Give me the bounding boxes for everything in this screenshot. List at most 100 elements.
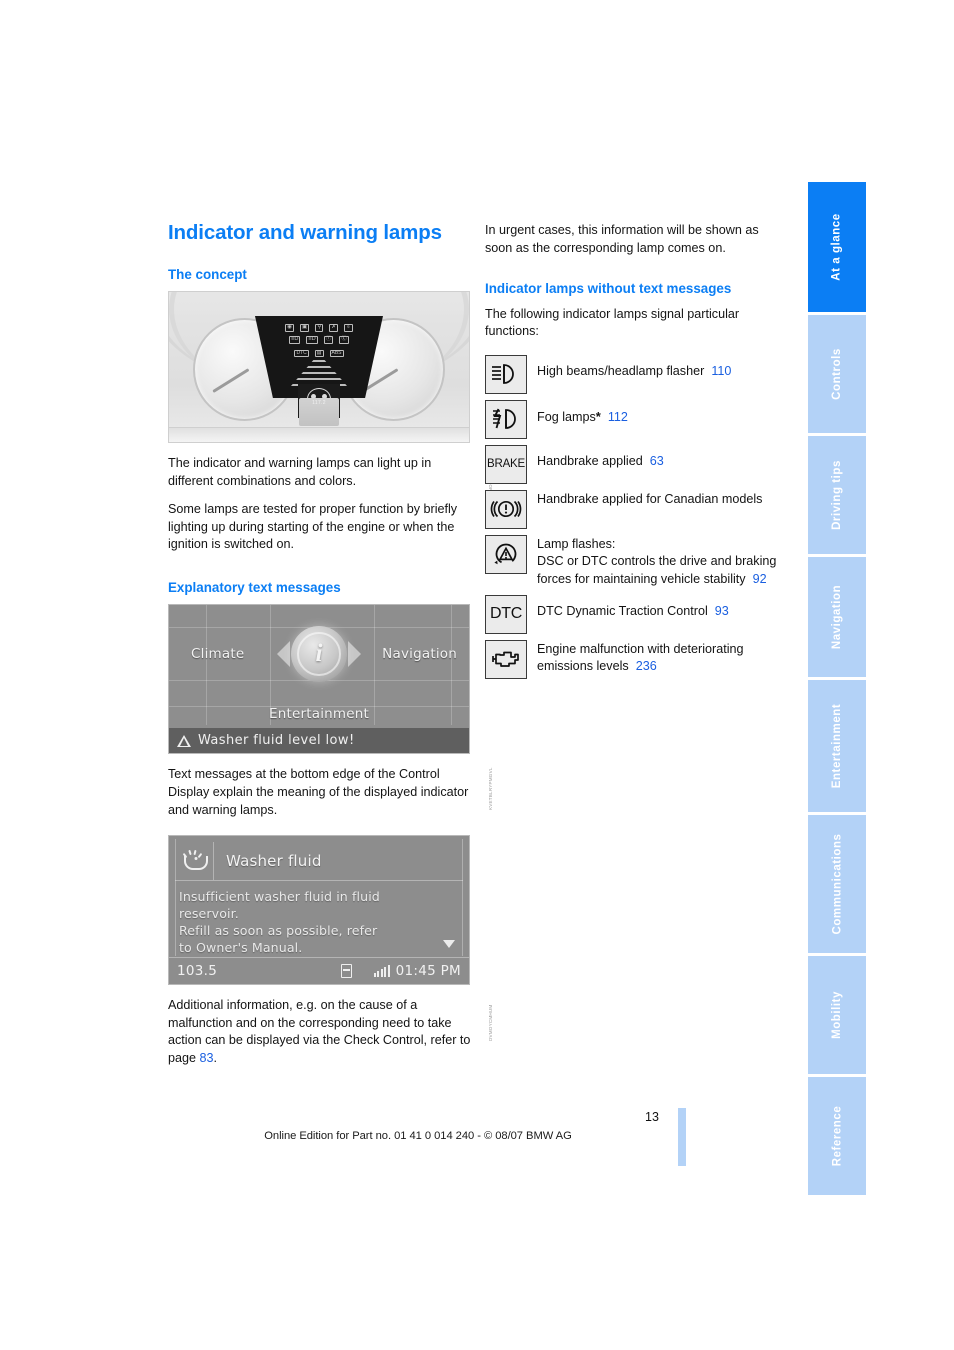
tab-communications[interactable]: Communications bbox=[808, 815, 866, 953]
tab-label: Navigation bbox=[831, 584, 844, 650]
instrument-cluster-image: ◉ ▣ ⚲ ✗ ⇩ ≡D ≡D ⓘ Ⓒ DTC ▤ ABS 117.2 bbox=[168, 290, 470, 443]
lamp-row: Handbrake applied for Canadian models bbox=[485, 489, 777, 529]
tab-reference[interactable]: Reference bbox=[808, 1077, 866, 1195]
lamp-label-text: Handbrake applied bbox=[537, 453, 643, 468]
cluster-lamp-row-middle: ≡D ≡D ⓘ Ⓒ bbox=[255, 335, 383, 344]
right-column: In urgent cases, this information will b… bbox=[485, 222, 777, 685]
clock-time: 01:45 PM bbox=[395, 963, 461, 980]
idrive-menu-image: Climate Navigation Entertainment i Washe… bbox=[168, 604, 470, 755]
odometer-readout: 117.2 bbox=[299, 397, 339, 426]
media-icon bbox=[341, 964, 353, 979]
info-knob[interactable]: i bbox=[291, 626, 347, 683]
page-reference-link[interactable]: 83 bbox=[200, 1051, 214, 1065]
cluster-lamp-glyph: ✗ bbox=[329, 323, 339, 332]
message-title: Washer fluid bbox=[226, 851, 322, 870]
tab-at-a-glance[interactable]: At a glance bbox=[808, 182, 866, 312]
lamp-label: Fog lamps* 112 bbox=[537, 400, 628, 427]
section-heading-indicator-lamps-without-text: Indicator lamps without text messages bbox=[485, 281, 732, 297]
cluster-lamp-glyph: ⚲ bbox=[315, 323, 324, 332]
washer-reservoir-icon bbox=[184, 855, 208, 870]
lamp-page-reference[interactable]: 110 bbox=[711, 364, 731, 378]
cluster-lamp-row-lower: DTC ▤ ABS bbox=[255, 349, 383, 357]
tab-entertainment[interactable]: Entertainment bbox=[808, 680, 866, 812]
lamp-label: DTC Dynamic Traction Control 93 bbox=[537, 595, 729, 621]
lamp-page-reference[interactable]: 236 bbox=[636, 659, 657, 673]
lamp-label-text: High beams/headlamp flasher bbox=[537, 363, 705, 378]
cluster-lamp-glyph: ≡D bbox=[306, 335, 318, 344]
page-number: 13 bbox=[645, 1110, 659, 1124]
cluster-lamp-glyph: ▣ bbox=[300, 323, 310, 332]
status-message-text: Washer fluid level low! bbox=[198, 733, 355, 749]
menu-status-bar: Washer fluid level low! bbox=[169, 728, 469, 754]
tab-label: Communications bbox=[831, 833, 843, 935]
engine-malfunction-icon bbox=[485, 639, 527, 679]
display-status-bar: 103.5 01:45 PM bbox=[169, 957, 469, 984]
lamp-page-reference[interactable]: 63 bbox=[650, 454, 664, 468]
lamp-page-reference[interactable]: 92 bbox=[753, 572, 767, 586]
menu-item-entertainment[interactable]: Entertainment bbox=[269, 706, 369, 722]
message-body: Insufficient washer fluid in fluid reser… bbox=[179, 888, 443, 956]
brake-text-icon: BRAKE bbox=[485, 444, 527, 484]
figure-id-label: DVMOYCMHUM bbox=[488, 1004, 493, 1042]
fog-lamp-icon bbox=[485, 399, 527, 439]
radio-frequency: 103.5 bbox=[177, 963, 218, 980]
tab-label: Reference bbox=[831, 1105, 844, 1167]
tab-label: Entertainment bbox=[831, 703, 843, 789]
menu-item-navigation[interactable]: Navigation bbox=[382, 646, 457, 662]
cluster-lamp-glyph: ≡D bbox=[289, 335, 301, 344]
cluster-lamp-glyph: ⓘ bbox=[323, 335, 334, 344]
figure-id-label: KVETBLRYPMGVL bbox=[488, 767, 493, 811]
lamp-row: DTC DTC Dynamic Traction Control 93 bbox=[485, 594, 777, 634]
message-line: reservoir. bbox=[179, 906, 239, 922]
scroll-down-icon[interactable] bbox=[443, 940, 455, 949]
chapter-tab-strip: At a glance Controls Driving tips Naviga… bbox=[808, 182, 866, 1198]
cluster-lamp-glyph: ◉ bbox=[285, 323, 295, 332]
additional-information-paragraph: Additional information, e.g. on the caus… bbox=[168, 997, 476, 1067]
left-column: Indicator and warning lamps The concept … bbox=[168, 221, 493, 1067]
tab-label: Mobility bbox=[831, 991, 843, 1039]
tab-label: At a glance bbox=[831, 213, 843, 281]
concept-paragraph-2: Some lamps are tested for proper functio… bbox=[168, 502, 458, 552]
warning-triangle-icon bbox=[177, 734, 191, 747]
menu-item-climate[interactable]: Climate bbox=[191, 646, 244, 662]
cluster-lamp-glyph: Ⓒ bbox=[339, 335, 349, 344]
lamp-row: High beams/headlamp flasher 110 bbox=[485, 354, 777, 394]
lamp-label: Handbrake applied for Canadian models bbox=[537, 491, 763, 506]
lamp-row: BRAKE Handbrake applied 63 bbox=[485, 444, 777, 484]
lamps-intro-paragraph: The following indicator lamps signal par… bbox=[485, 306, 740, 339]
message-line: to Owner's Manual. bbox=[179, 940, 303, 956]
footer-accent-bar bbox=[678, 1108, 686, 1166]
additional-info-period: . bbox=[213, 1050, 218, 1065]
arrow-right-icon bbox=[348, 641, 361, 668]
concept-paragraph-1: The indicator and warning lamps can ligh… bbox=[168, 455, 432, 488]
message-title-bar: Washer fluid bbox=[175, 841, 463, 882]
lamp-page-reference[interactable]: 93 bbox=[715, 604, 729, 618]
tab-controls[interactable]: Controls bbox=[808, 315, 866, 433]
lamp-row: Lamp flashes: DSC or DTC controls the dr… bbox=[485, 534, 777, 589]
lamp-label: Engine malfunction with deteriorating em… bbox=[537, 640, 777, 676]
lamp-row: Engine malfunction with deteriorating em… bbox=[485, 639, 777, 679]
page-title: Indicator and warning lamps bbox=[168, 221, 442, 244]
cluster-bottom-trim bbox=[169, 426, 469, 442]
lamp-page-reference[interactable]: 112 bbox=[608, 410, 628, 424]
menu-gridline bbox=[206, 605, 207, 726]
info-icon: i bbox=[297, 632, 341, 677]
tab-mobility[interactable]: Mobility bbox=[808, 956, 866, 1074]
section-heading-the-concept: The concept bbox=[168, 266, 247, 282]
cluster-lamp-glyph: ABS bbox=[329, 349, 344, 357]
cluster-lamp-glyph: DTC bbox=[294, 349, 309, 357]
cluster-lamp-row-top: ◉ ▣ ⚲ ✗ ⇩ bbox=[255, 323, 383, 332]
indicator-lamp-list: High beams/headlamp flasher 110 Fog lamp… bbox=[485, 354, 777, 679]
text-messages-paragraph: Text messages at the bottom edge of the … bbox=[168, 767, 469, 817]
high-beam-icon bbox=[485, 354, 527, 394]
tab-label: Controls bbox=[831, 348, 843, 400]
tab-navigation[interactable]: Navigation bbox=[808, 557, 866, 677]
brake-icon-label: BRAKE bbox=[487, 458, 525, 471]
figure-instrument-cluster: ◉ ▣ ⚲ ✗ ⇩ ≡D ≡D ⓘ Ⓒ DTC ▤ ABS 117.2 bbox=[168, 290, 493, 499]
tab-driving-tips[interactable]: Driving tips bbox=[808, 436, 866, 554]
tab-label: Driving tips bbox=[831, 460, 844, 530]
section-heading-explanatory-text-messages: Explanatory text messages bbox=[168, 579, 341, 595]
arrow-left-icon bbox=[277, 641, 290, 668]
cluster-lamp-glyph: ⇩ bbox=[344, 323, 353, 332]
message-line: Refill as soon as possible, refer bbox=[179, 923, 378, 939]
